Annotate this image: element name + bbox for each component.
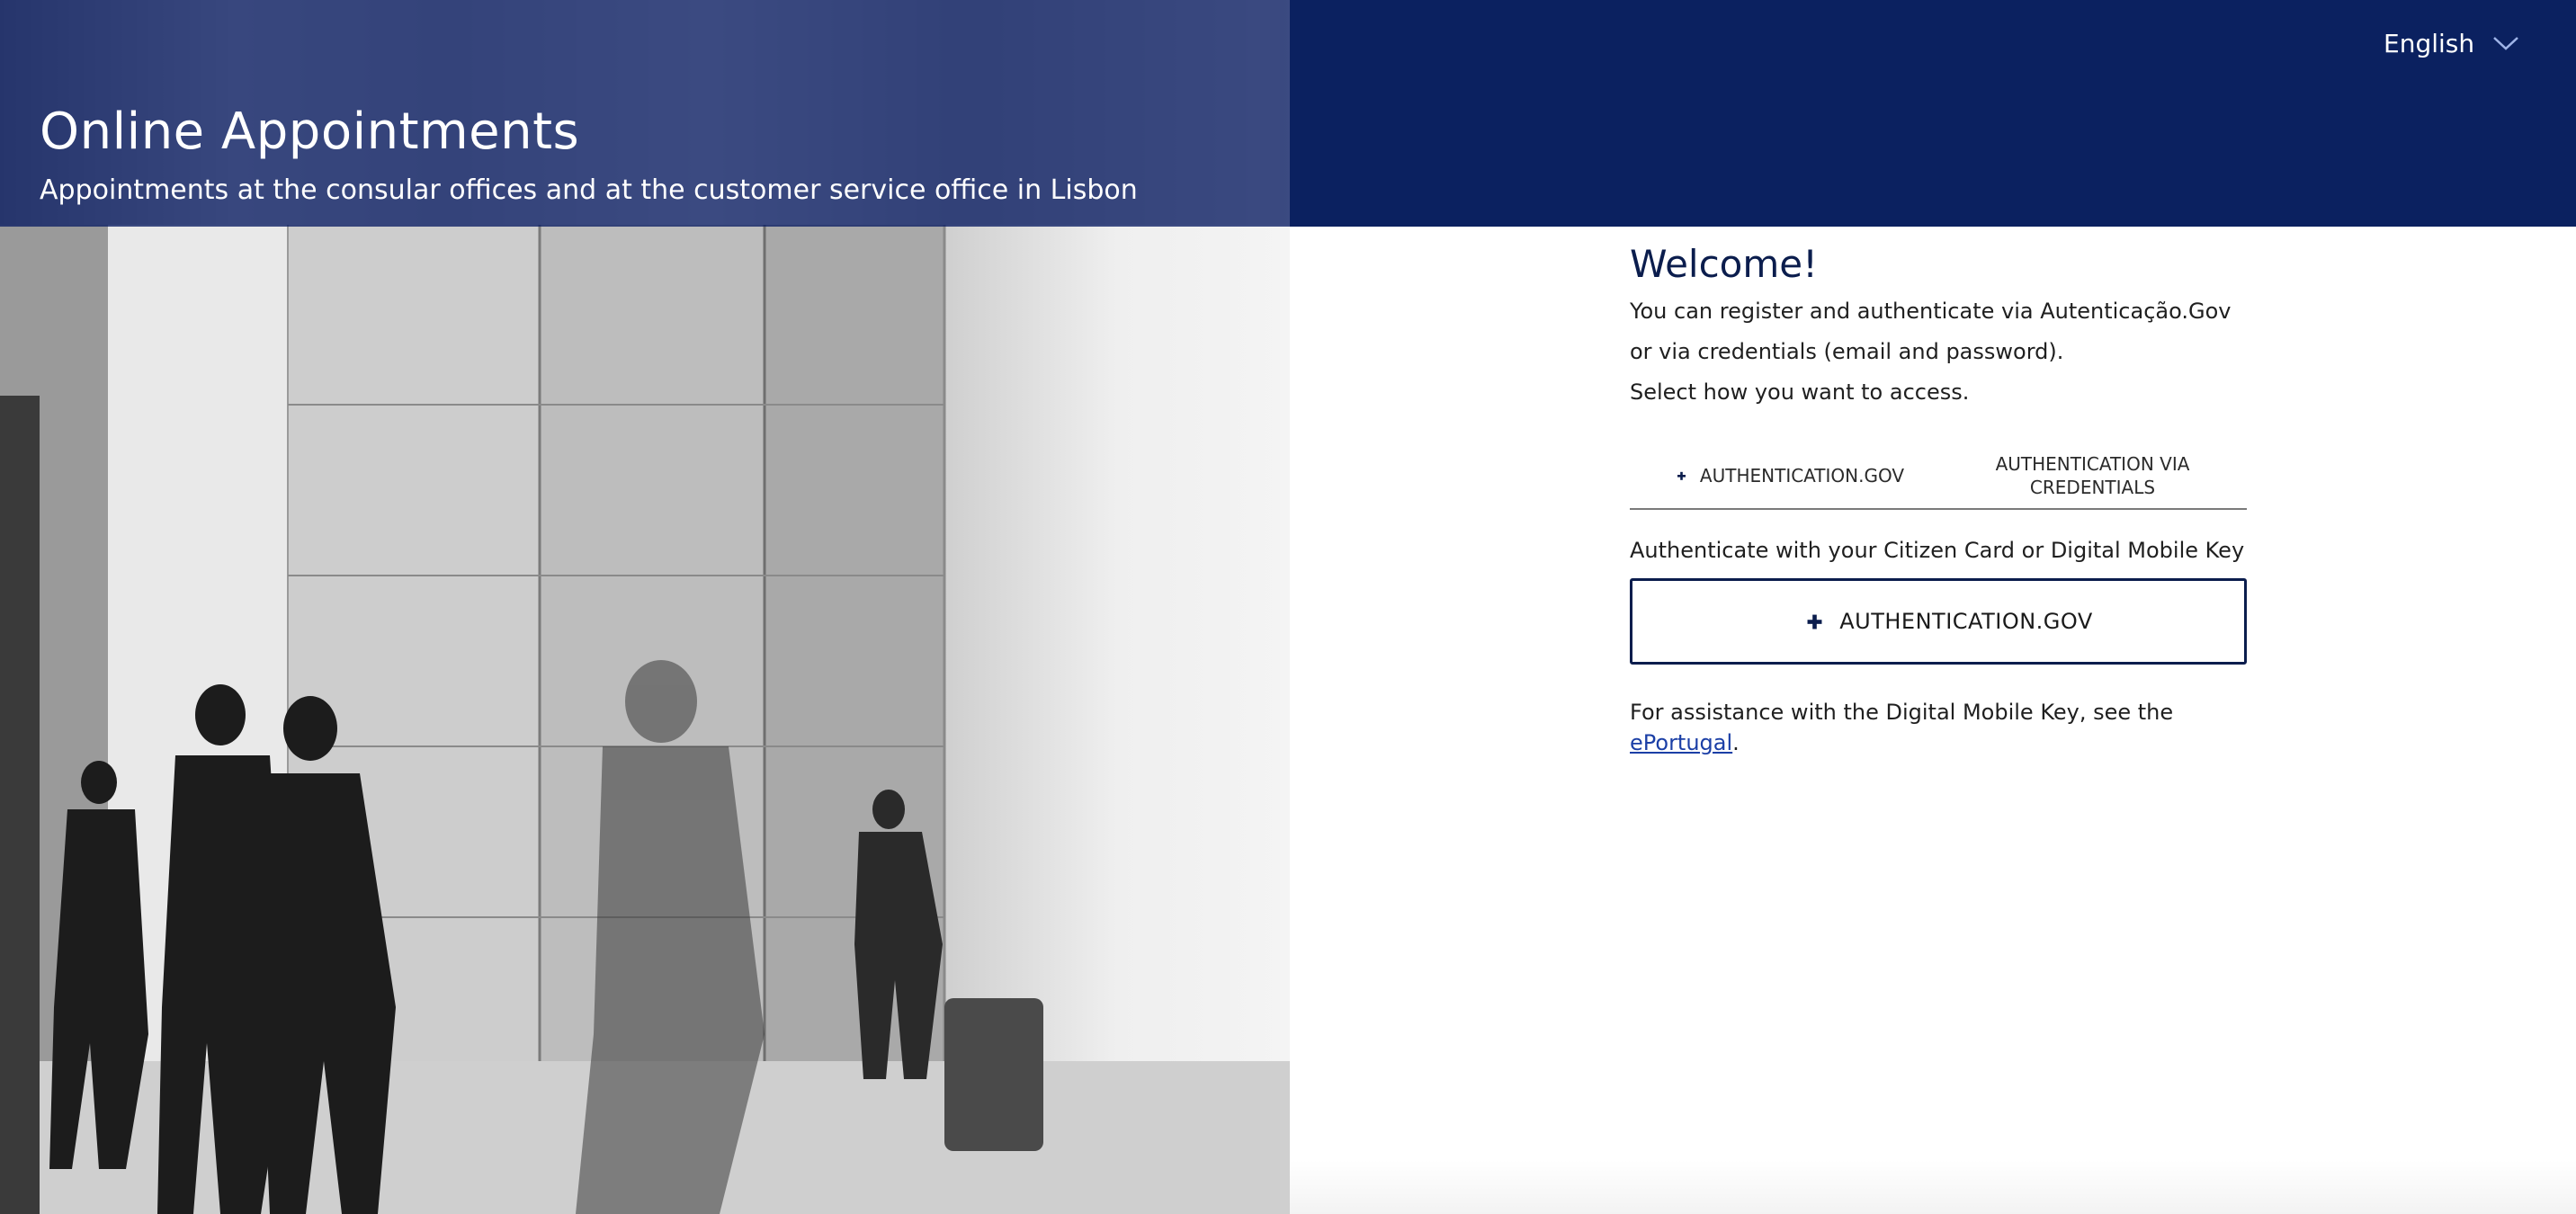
welcome-heading: Welcome! (1630, 242, 1818, 286)
intro-line-1: You can register and authenticate via Au… (1630, 299, 2232, 364)
auth-tabs: AUTHENTICATION.GOV AUTHENTICATION VIA CR… (1630, 443, 2247, 510)
authentication-gov-button[interactable]: AUTHENTICATION.GOV (1630, 578, 2247, 665)
auth-instructions: Authenticate with your Citizen Card or D… (1630, 538, 2245, 563)
intro-text: You can register and authenticate via Au… (1630, 291, 2247, 413)
autenticacao-gov-icon (1665, 466, 1686, 486)
tab-authentication-credentials-label: AUTHENTICATION VIA CREDENTIALS (1995, 453, 2190, 498)
login-panel: Welcome! You can register and authentica… (1630, 241, 2247, 758)
page-title: Online Appointments (40, 103, 580, 161)
intro-line-2: Select how you want to access. (1630, 379, 1970, 405)
page-subtitle: Appointments at the consular offices and… (40, 174, 1138, 206)
eportugal-link[interactable]: ePortugal (1630, 730, 1732, 755)
language-selected-label: English (2384, 28, 2475, 58)
autenticacao-gov-icon (1786, 603, 1822, 639)
assistance-prefix: For assistance with the Digital Mobile K… (1630, 700, 2174, 725)
authentication-gov-button-label: AUTHENTICATION.GOV (1839, 609, 2093, 634)
assistance-text: For assistance with the Digital Mobile K… (1630, 697, 2247, 758)
footer-fade (1290, 1160, 2576, 1214)
tab-authentication-gov[interactable]: AUTHENTICATION.GOV (1630, 443, 1938, 508)
assistance-suffix: . (1732, 730, 1740, 755)
tab-authentication-credentials[interactable]: AUTHENTICATION VIA CREDENTIALS (1938, 443, 2247, 508)
chevron-down-icon (2493, 37, 2518, 50)
tab-authentication-gov-label: AUTHENTICATION.GOV (1699, 465, 1905, 486)
language-select[interactable]: English (2384, 25, 2519, 61)
